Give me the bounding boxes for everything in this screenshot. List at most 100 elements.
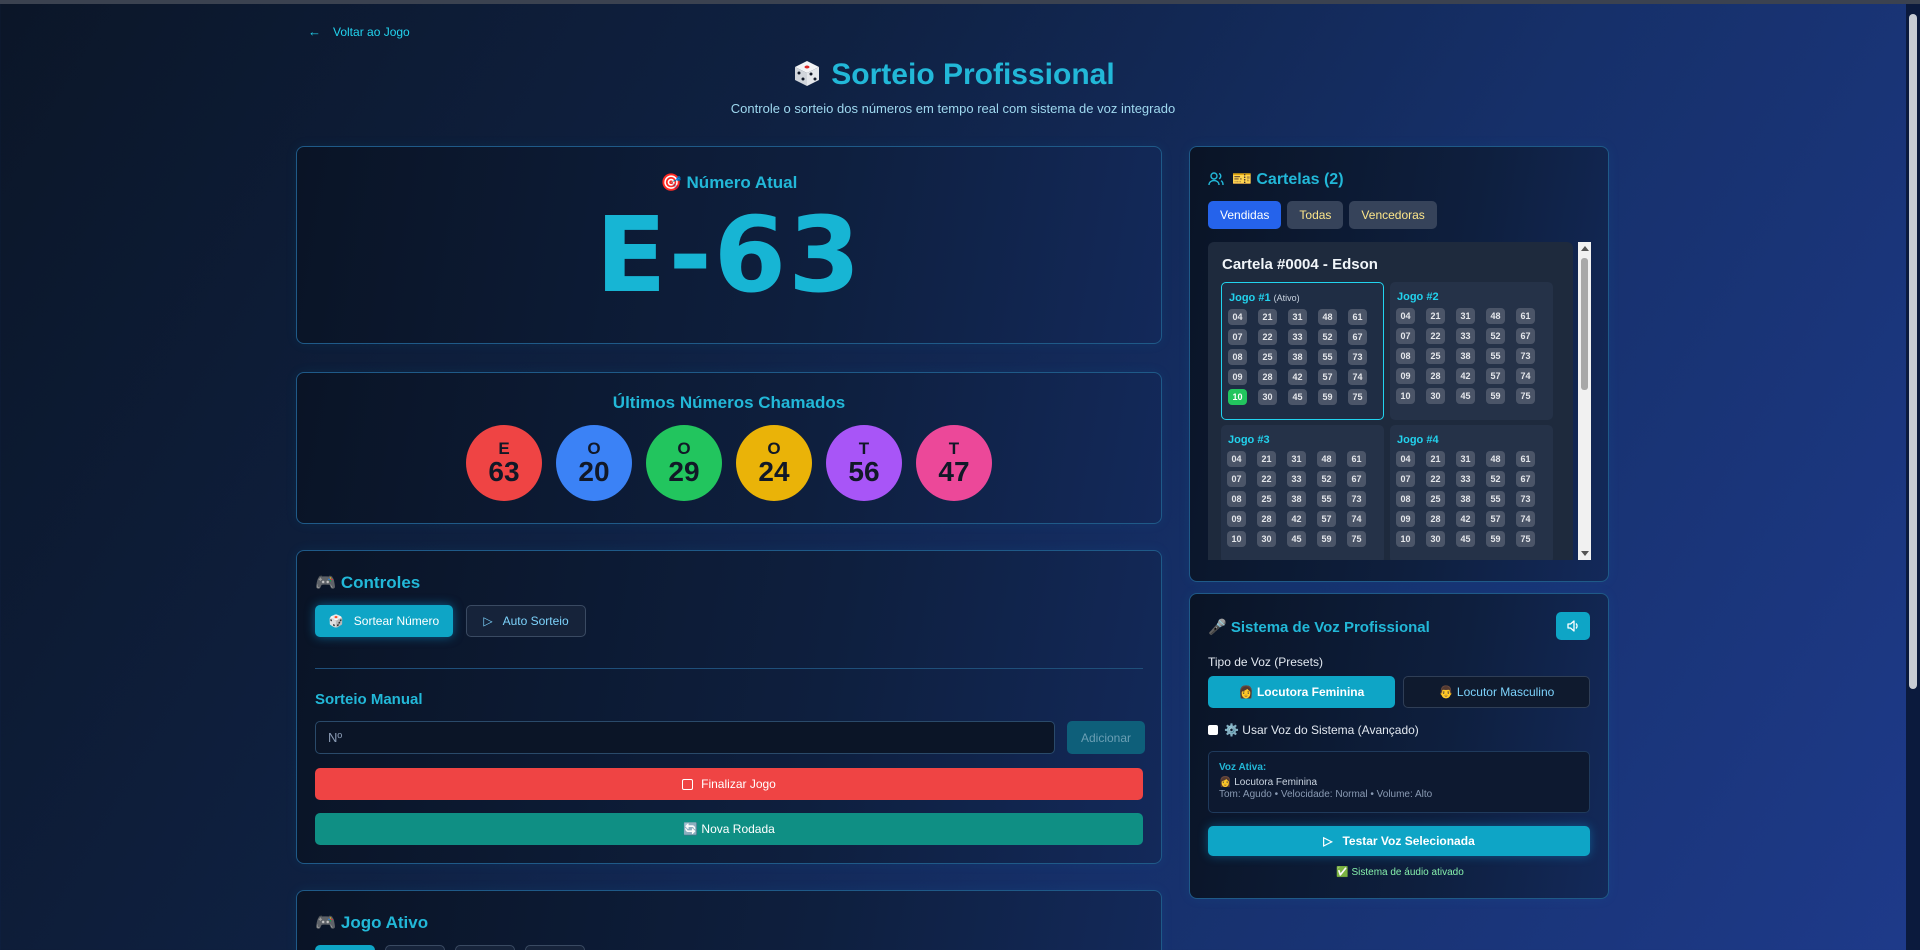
ball-letter: T (948, 438, 960, 458)
bingo-cell: 57 (1486, 368, 1505, 384)
active-game-tab[interactable] (525, 945, 585, 950)
bingo-cell: 61 (1348, 309, 1367, 325)
voice-system-title: 🎤 Sistema de Voz Profissional (1208, 619, 1430, 636)
bingo-cell: 31 (1287, 451, 1306, 467)
bingo-cell: 74 (1516, 511, 1535, 527)
active-game-tab[interactable] (385, 945, 445, 950)
speaker-button[interactable] (1556, 612, 1590, 640)
bingo-cell: 55 (1317, 491, 1336, 507)
system-voice-toggle[interactable]: ⚙️ Usar Voz do Sistema (Avançado) (1208, 723, 1419, 737)
finish-game-button[interactable]: Finalizar Jogo (315, 768, 1143, 800)
page-scrollbar-thumb[interactable] (1909, 14, 1917, 689)
female-voice-button[interactable]: 👩 Locutora Feminina (1208, 676, 1395, 708)
ball-letter: O (677, 438, 691, 458)
game-title-text: Jogo #3 (1228, 434, 1270, 446)
bingo-cell: 10 (1228, 389, 1247, 405)
game-title: Jogo #3 (1228, 434, 1270, 446)
active-game-card: 🎮 Jogo Ativo (296, 890, 1162, 950)
bingo-cell: 52 (1318, 329, 1337, 345)
controls-card: 🎮 Controles 🎲 Sortear Número ▷ Auto Sort… (296, 550, 1162, 864)
called-ball: T 56 (826, 425, 902, 501)
audio-status: ✅ Sistema de áudio ativado (1336, 867, 1464, 878)
page-scrollbar[interactable] (1906, 4, 1920, 950)
ball-number: 47 (938, 455, 970, 487)
game-title: Jogo #4 (1397, 434, 1439, 446)
bingo-cell: 04 (1227, 451, 1246, 467)
bingo-cell: 09 (1396, 511, 1415, 527)
active-game-tab[interactable] (455, 945, 515, 950)
auto-draw-label: Auto Sorteio (502, 614, 569, 628)
scroll-down-icon[interactable] (1581, 551, 1589, 556)
add-number-button[interactable]: Adicionar (1067, 721, 1145, 754)
system-voice-checkbox[interactable] (1208, 725, 1218, 735)
ball-number: 20 (578, 455, 610, 487)
male-voice-button[interactable]: 👨 Locutor Masculino (1403, 676, 1590, 708)
bingo-cell: 61 (1516, 451, 1535, 467)
bingo-cell: 04 (1396, 308, 1415, 324)
bingo-cell: 38 (1288, 349, 1307, 365)
bingo-cell: 45 (1288, 389, 1307, 405)
arrow-left-icon: ← (308, 24, 321, 39)
scroll-up-icon[interactable] (1581, 246, 1589, 251)
bingo-cell: 42 (1456, 511, 1475, 527)
new-round-button[interactable]: 🔄 Nova Rodada (315, 813, 1143, 845)
page-title: Sorteio Profissional (0, 58, 1906, 92)
bingo-cell: 52 (1317, 471, 1336, 487)
ball-letter: O (587, 438, 601, 458)
filter-todas[interactable]: Todas (1287, 201, 1344, 229)
cartela-title: Cartela #0004 - Edson (1222, 256, 1378, 273)
page-subtitle: Controle o sorteio dos números em tempo … (730, 101, 1176, 116)
game-title-text: Jogo #4 (1397, 434, 1439, 446)
cartelas-scrollbar[interactable] (1578, 242, 1591, 560)
bingo-cell: 73 (1348, 349, 1367, 365)
last-numbers-title: Últimos Números Chamados (612, 393, 846, 412)
bingo-cell: 21 (1258, 309, 1277, 325)
bingo-cell: 73 (1516, 491, 1535, 507)
game-title: Jogo #1 (Ativo) (1229, 292, 1300, 304)
cartelas-header: 🎫 Cartelas (2) (1208, 169, 1344, 189)
bingo-cell: 30 (1426, 388, 1445, 404)
game-grid: 04 21 31 48 61 07 22 33 52 67 08 25 38 55 73 09 28 42 57 74… (1396, 451, 1535, 547)
bingo-cell: 10 (1396, 531, 1415, 547)
bingo-cell: 45 (1287, 531, 1306, 547)
filter-vencedoras[interactable]: Vencedoras (1349, 201, 1437, 229)
cartelas-scrollbar-thumb[interactable] (1581, 258, 1588, 390)
game-title: Jogo #2 (1397, 291, 1439, 303)
last-numbers-card: Últimos Números Chamados E 63 O 20 O 29 O 24… (296, 372, 1162, 524)
bingo-cell: 08 (1396, 491, 1415, 507)
filter-vendidas[interactable]: Vendidas (1208, 201, 1282, 229)
bingo-cell: 48 (1486, 308, 1505, 324)
bingo-cell: 57 (1317, 511, 1336, 527)
game-panel[interactable]: Jogo #1 (Ativo) 04 21 31 48 61 07 22 33 52 67 08 25… (1221, 282, 1384, 420)
back-to-game-link[interactable]: ← Voltar ao Jogo (308, 24, 410, 39)
draw-number-button[interactable]: 🎲 Sortear Número (315, 605, 453, 637)
auto-draw-button[interactable]: ▷ Auto Sorteio (466, 605, 586, 637)
bingo-cell: 67 (1516, 328, 1535, 344)
bingo-cell: 22 (1257, 471, 1276, 487)
test-voice-button[interactable]: ▷ Testar Voz Selecionada (1208, 826, 1590, 856)
browser-top-edge (0, 0, 1920, 4)
game-active-tag: (Ativo) (1273, 293, 1300, 303)
game-panel[interactable]: Jogo #3 04 21 31 48 61 07 22 33 52 67 08 25 38 55 73 09… (1221, 425, 1384, 560)
bingo-cell: 74 (1516, 368, 1535, 384)
manual-number-input[interactable] (315, 721, 1055, 754)
page-title-text: Sorteio Profissional (831, 58, 1115, 91)
finish-game-label: Finalizar Jogo (701, 777, 776, 791)
game-panel[interactable]: Jogo #2 04 21 31 48 61 07 22 33 52 67 08 25 38 55 73 09… (1390, 282, 1553, 420)
bingo-cell: 10 (1396, 388, 1415, 404)
bingo-cell: 75 (1348, 389, 1367, 405)
cartelas-card: 🎫 Cartelas (2) Vendidas Todas Vencedoras… (1189, 146, 1609, 582)
game-panel[interactable]: Jogo #4 04 21 31 48 61 07 22 33 52 67 08 25 38 55 73 09… (1390, 425, 1553, 560)
bingo-cell: 42 (1288, 369, 1307, 385)
back-label: Voltar ao Jogo (333, 24, 410, 39)
active-game-tab[interactable] (315, 945, 375, 950)
game-grid: 04 21 31 48 61 07 22 33 52 67 08 25 38 55 73 09 28 42 57 74… (1227, 451, 1366, 547)
bingo-cell: 21 (1257, 451, 1276, 467)
active-voice-title: Voz Ativa: (1219, 762, 1267, 773)
bingo-cell: 74 (1347, 511, 1366, 527)
bingo-cell: 59 (1317, 531, 1336, 547)
called-ball: O 29 (646, 425, 722, 501)
ball-letter: O (767, 438, 781, 458)
game-grid: 04 21 31 48 61 07 22 33 52 67 08 25 38 55 73 09 28 42 57 74… (1228, 309, 1367, 405)
cartelas-scroll-area[interactable]: Cartela #0004 - Edson Jogo #1 (Ativo) 04… (1208, 242, 1591, 560)
